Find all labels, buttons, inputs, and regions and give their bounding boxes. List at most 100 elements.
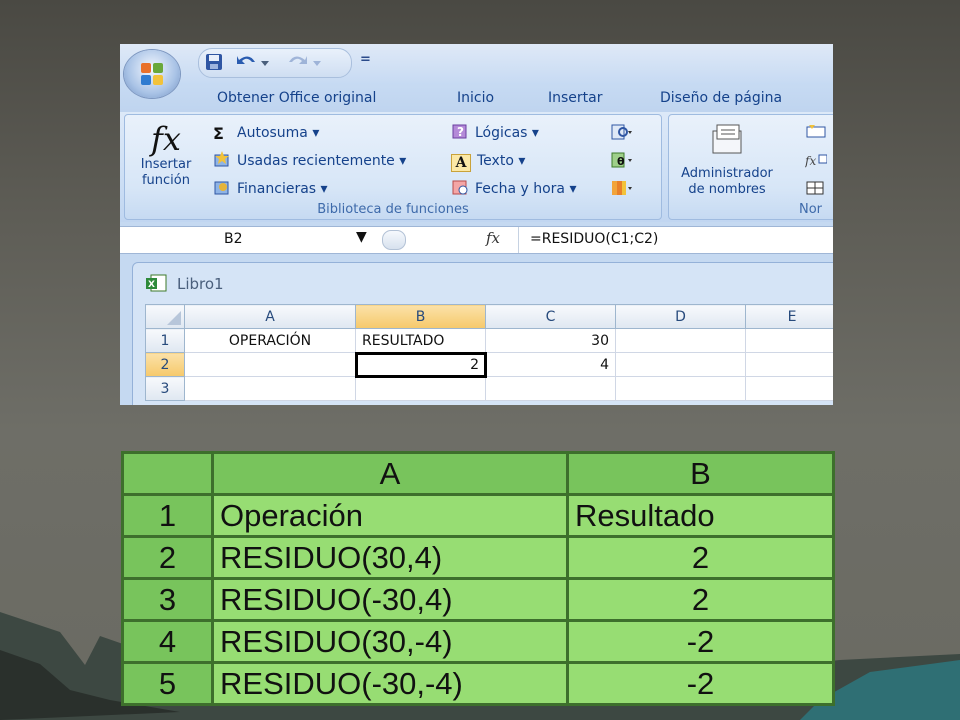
group-biblioteca-funciones: fx Insertar función Σ Autosuma ▾ Usadas r…	[124, 114, 662, 220]
more-functions-icon[interactable]	[611, 179, 633, 197]
column-header-d[interactable]: D	[615, 304, 746, 329]
cell-a1[interactable]: OPERACIÓN	[184, 328, 356, 353]
column-header-a[interactable]: A	[184, 304, 356, 329]
tab-inicio[interactable]: Inicio	[457, 90, 494, 106]
row-header-1[interactable]: 1	[145, 328, 185, 353]
row-header-2[interactable]: 2	[145, 352, 185, 377]
star-book-icon	[214, 151, 229, 167]
table-row: 2 RESIDUO(30,4) 2	[121, 535, 835, 580]
cell-b1[interactable]: RESULTADO	[355, 328, 486, 353]
create-from-selection-icon[interactable]	[805, 179, 827, 197]
fecha-hora-button[interactable]: Fecha y hora ▾	[451, 179, 577, 199]
cell-a2[interactable]	[184, 352, 356, 377]
tab-diseno-pagina[interactable]: Diseño de página	[660, 90, 782, 106]
table-row: 1 OPERACIÓN RESULTADO 30	[145, 328, 833, 353]
logicas-label: Lógicas	[475, 125, 528, 141]
administrador-label-1: Administrador	[681, 166, 773, 181]
table-row: 3 RESIDUO(-30,4) 2	[121, 577, 835, 622]
redo-icon[interactable]	[285, 52, 325, 72]
residuo-row-number: 3	[121, 577, 214, 622]
cell-b2-active[interactable]: 2	[354, 351, 487, 378]
define-name-icon[interactable]	[805, 123, 827, 141]
math-trig-icon[interactable]: θ	[611, 151, 633, 169]
customize-toolbar-button[interactable]: =	[360, 52, 374, 72]
svg-text:θ: θ	[617, 155, 625, 168]
select-all-triangle-icon	[167, 311, 181, 325]
cell-a3[interactable]	[184, 376, 356, 401]
residuo-corner-cell	[121, 451, 214, 496]
name-box[interactable]: B2	[224, 231, 243, 247]
column-header-c[interactable]: C	[485, 304, 616, 329]
use-in-formula-icon[interactable]: fx	[805, 151, 827, 169]
name-box-dropdown[interactable]: ▼	[356, 229, 367, 245]
residuo-row-number: 1	[121, 493, 214, 538]
texto-label: Texto	[477, 153, 514, 169]
row-header-3[interactable]: 3	[145, 376, 185, 401]
svg-text:fx: fx	[805, 154, 816, 168]
nombres-group-label: Nor	[799, 202, 823, 217]
residuo-resultado-cell: Resultado	[566, 493, 835, 538]
cell-c1[interactable]: 30	[485, 328, 616, 353]
residuo-operacion-cell: RESIDUO(30,4)	[211, 535, 569, 580]
usadas-recientemente-button[interactable]: Usadas recientemente ▾	[213, 151, 406, 171]
residuo-resultado-cell: 2	[566, 577, 835, 622]
administrador-nombres-button[interactable]: Administrador de nombres	[677, 121, 777, 198]
cell-c2[interactable]: 4	[485, 352, 616, 377]
save-icon[interactable]	[204, 52, 224, 72]
cell-e1[interactable]	[745, 328, 833, 353]
table-row: 3	[145, 376, 833, 401]
ribbon-tabs: Obtener Office original Inicio Insertar …	[120, 82, 833, 112]
table-row: 1 Operación Resultado	[121, 493, 835, 538]
formula-bar-resize-handle[interactable]	[382, 230, 406, 250]
cell-d2[interactable]	[615, 352, 746, 377]
administrador-label-2: de nombres	[688, 182, 766, 197]
residuo-operacion-cell: Operación	[211, 493, 569, 538]
logicas-button[interactable]: ? Lógicas ▾	[451, 123, 539, 143]
insert-function-fx-icon[interactable]: fx	[486, 229, 500, 247]
quick-access-toolbar: =	[120, 44, 833, 82]
ribbon: fx Insertar función Σ Autosuma ▾ Usadas r…	[120, 112, 833, 222]
tab-obtener-office[interactable]: Obtener Office original	[217, 90, 376, 106]
column-header-b[interactable]: B	[355, 304, 486, 329]
question-book-icon: ?	[452, 124, 467, 139]
sigma-icon: Σ	[213, 124, 224, 143]
residuo-resultado-cell: 2	[566, 535, 835, 580]
coins-book-icon	[214, 181, 229, 195]
undo-icon[interactable]	[235, 52, 271, 72]
residuo-operacion-cell: RESIDUO(-30,-4)	[211, 661, 569, 706]
cell-d3[interactable]	[615, 376, 746, 401]
cell-e2[interactable]	[745, 352, 833, 377]
group-nombres-definidos: Administrador de nombres fx Nor	[668, 114, 833, 220]
select-all-corner[interactable]	[145, 304, 185, 329]
texto-button[interactable]: A Texto ▾	[451, 151, 525, 172]
residuo-resultado-cell: -2	[566, 661, 835, 706]
workbook-window: X Libro1 A B C D E 1 OPERACIÓN RESULTADO…	[132, 262, 833, 405]
cell-b3[interactable]	[355, 376, 486, 401]
cell-c3[interactable]	[485, 376, 616, 401]
financieras-button[interactable]: Financieras ▾	[213, 179, 328, 199]
autosuma-label: Autosuma	[237, 125, 308, 141]
insertar-funcion-button[interactable]: fx Insertar función	[131, 121, 201, 189]
fecha-hora-label: Fecha y hora	[475, 181, 566, 197]
autosuma-button[interactable]: Σ Autosuma ▾	[213, 123, 319, 143]
tab-insertar[interactable]: Insertar	[548, 90, 603, 106]
table-row: 4 RESIDUO(30,-4) -2	[121, 619, 835, 664]
formula-bar-divider	[518, 227, 519, 253]
residuo-row-number: 4	[121, 619, 214, 664]
cell-e3[interactable]	[745, 376, 833, 401]
excel-workbook-icon: X	[146, 274, 167, 292]
office-button[interactable]	[124, 50, 180, 98]
residuo-resultado-cell: -2	[566, 619, 835, 664]
workbook-title: Libro1	[177, 275, 224, 293]
cell-d1[interactable]	[615, 328, 746, 353]
usadas-label: Usadas recientemente	[237, 153, 395, 169]
svg-text:X: X	[148, 280, 155, 290]
name-manager-icon	[712, 124, 742, 154]
text-a-icon: A	[451, 154, 471, 172]
formula-input[interactable]: =RESIDUO(C1;C2)	[530, 231, 658, 247]
spreadsheet-grid: A B C D E 1 OPERACIÓN RESULTADO 30 2 2 4	[145, 304, 833, 401]
lookup-reference-icon[interactable]	[611, 123, 633, 141]
biblioteca-group-label: Biblioteca de funciones	[317, 202, 469, 217]
column-header-e[interactable]: E	[745, 304, 833, 329]
residuo-examples-table: A B 1 Operación Resultado 2 RESIDUO(30,4…	[121, 451, 835, 706]
